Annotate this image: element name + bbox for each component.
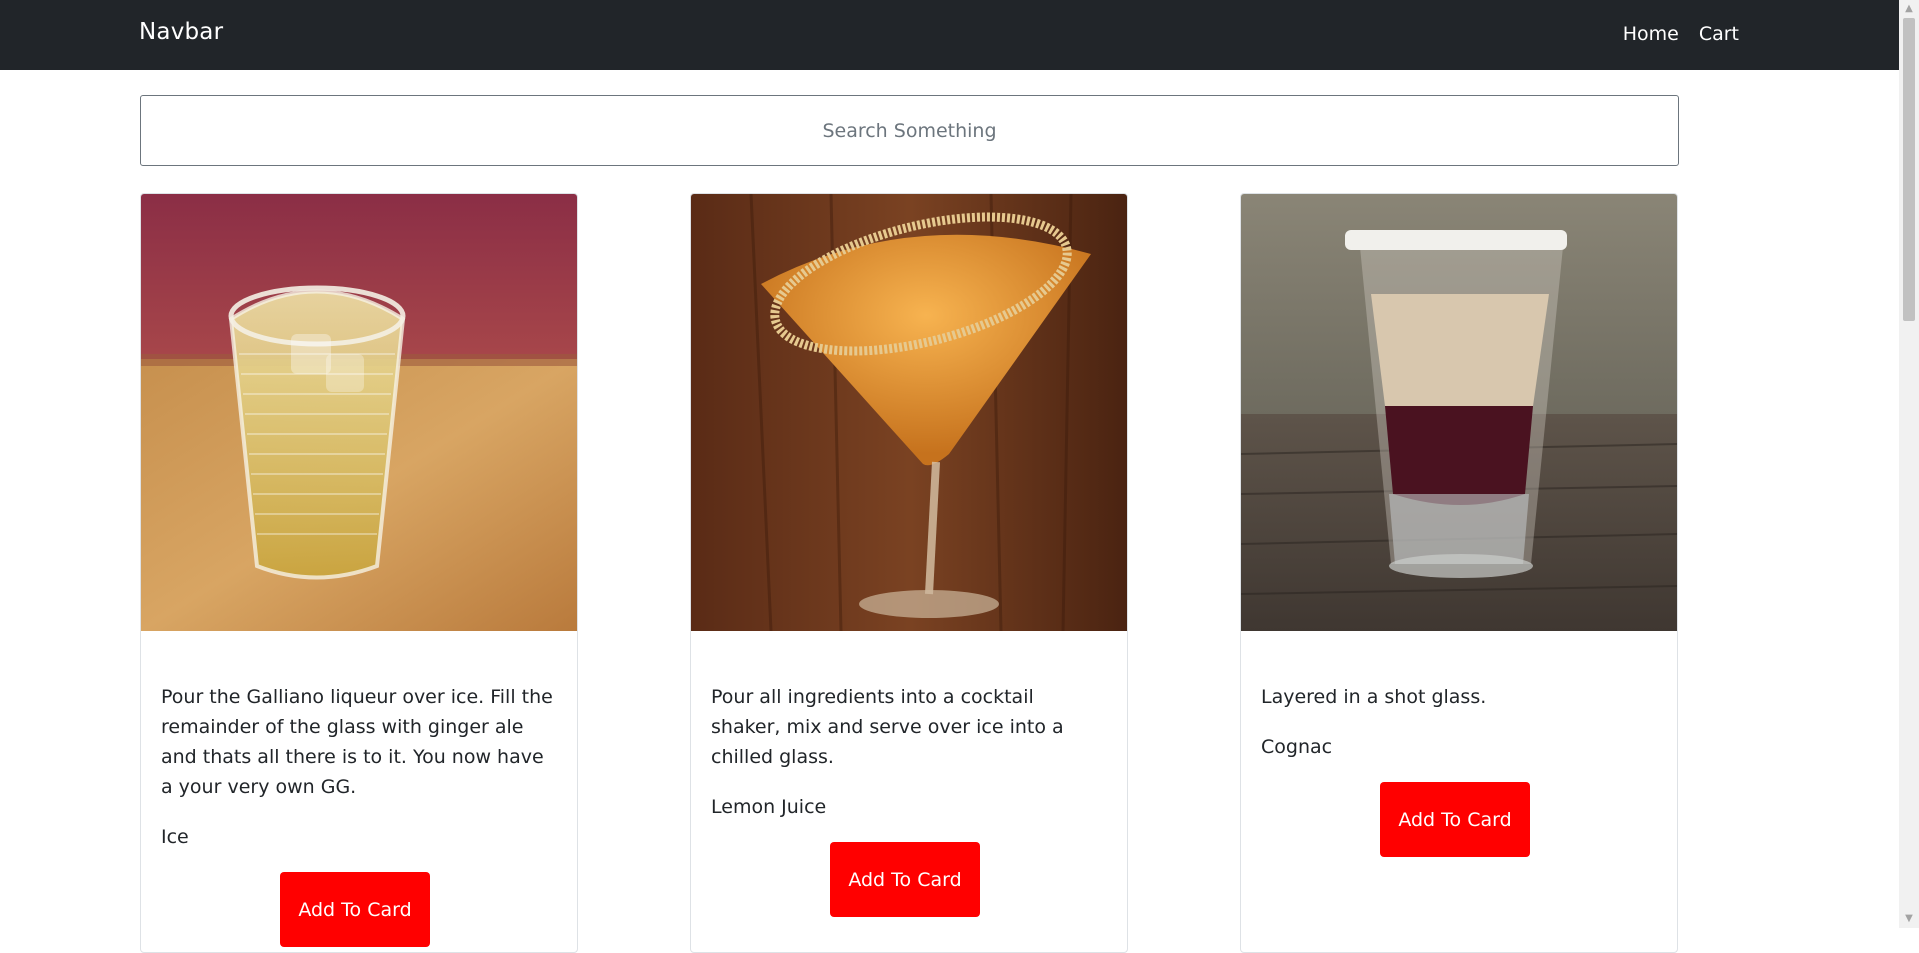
drink-description: Pour the Galliano liqueur over ice. Fill… xyxy=(161,686,553,798)
shot-glass-image xyxy=(1241,194,1677,631)
drink-description: Pour all ingredients into a cocktail sha… xyxy=(711,686,1064,768)
nav-links: Home Cart xyxy=(1623,23,1739,45)
add-to-card-button[interactable]: Add To Card xyxy=(1380,782,1530,857)
nav-link-cart[interactable]: Cart xyxy=(1699,23,1739,45)
drink-description: Layered in a shot glass. xyxy=(1261,686,1487,708)
drink-card: Layered in a shot glass. Cognac Add To C… xyxy=(1240,193,1678,953)
button-wrap: Add To Card xyxy=(161,872,559,947)
drink-ingredient: Cognac xyxy=(1261,736,1333,758)
drink-image xyxy=(141,194,577,631)
card-body: Pour the Galliano liqueur over ice. Fill… xyxy=(161,682,559,947)
scrollbar-thumb[interactable] xyxy=(1903,18,1915,321)
navbar-brand[interactable]: Navbar xyxy=(139,19,223,45)
nav-link-home[interactable]: Home xyxy=(1623,23,1679,45)
vertical-scrollbar[interactable]: ▲ ▼ xyxy=(1899,0,1919,928)
scroll-up-arrow-icon[interactable]: ▲ xyxy=(1899,0,1919,18)
add-to-card-button[interactable]: Add To Card xyxy=(830,842,980,917)
drink-image xyxy=(1241,194,1677,631)
card-body: Layered in a shot glass. Cognac Add To C… xyxy=(1261,682,1659,857)
drink-card: Pour all ingredients into a cocktail sha… xyxy=(690,193,1128,953)
add-to-card-button[interactable]: Add To Card xyxy=(280,872,430,947)
drink-card: Pour the Galliano liqueur over ice. Fill… xyxy=(140,193,578,953)
tumbler-glass-image xyxy=(141,194,577,631)
drink-ingredient: Ice xyxy=(161,826,189,848)
drink-image xyxy=(691,194,1127,631)
button-wrap: Add To Card xyxy=(1261,782,1659,857)
navbar: Navbar Home Cart xyxy=(0,0,1899,70)
search-input[interactable] xyxy=(140,95,1679,166)
card-body: Pour all ingredients into a cocktail sha… xyxy=(711,682,1109,917)
search-container xyxy=(140,95,1679,166)
button-wrap: Add To Card xyxy=(711,842,1109,917)
scroll-down-arrow-icon[interactable]: ▼ xyxy=(1899,910,1919,928)
martini-glass-image xyxy=(691,194,1127,631)
drink-ingredient: Lemon Juice xyxy=(711,796,827,818)
